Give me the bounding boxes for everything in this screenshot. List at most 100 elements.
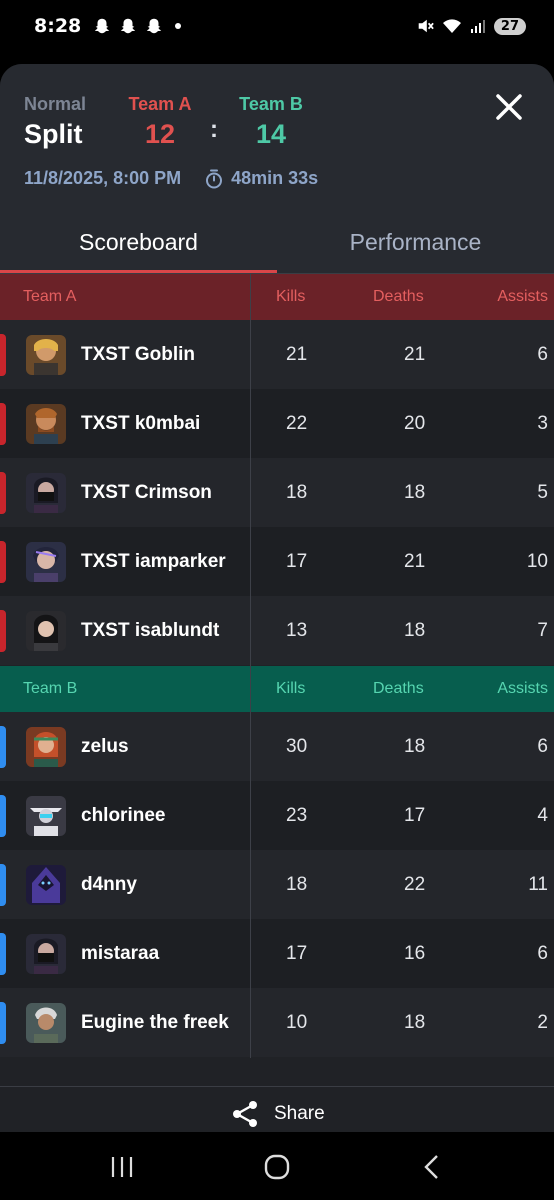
team-a-label: Team A (128, 94, 192, 114)
agent-avatar-icon (26, 542, 66, 582)
wifi-icon (442, 19, 461, 33)
player-row[interactable]: TXST isablundt 13 18 7 (0, 596, 554, 665)
team-a-score: 12 (144, 119, 176, 149)
share-label: Share (274, 1103, 325, 1124)
player-row[interactable]: TXST Goblin 21 21 6 (0, 320, 554, 389)
player-kills: 30 (286, 735, 308, 757)
player-row[interactable]: mistaraa 17 16 6 (0, 919, 554, 988)
home-icon[interactable] (262, 1152, 292, 1182)
player-name: chlorinee (81, 804, 166, 826)
player-deaths: 18 (404, 481, 426, 503)
team-color-bar (0, 864, 6, 906)
player-kills: 18 (286, 873, 308, 895)
status-bar: 8:28 27 (0, 0, 554, 52)
share-bar: Share (0, 1086, 554, 1132)
agent-avatar-icon (26, 727, 66, 767)
team-color-bar (0, 1002, 6, 1044)
team-color-bar (0, 541, 6, 583)
player-name: TXST isablundt (81, 619, 220, 641)
agent-avatar-icon (26, 934, 66, 974)
tab-performance[interactable]: Performance (277, 212, 554, 272)
status-left: 8:28 (34, 15, 182, 37)
player-name: zelus (81, 735, 129, 757)
player-assists: 5 (537, 481, 548, 503)
status-right: 27 (416, 17, 526, 35)
map-name: Split (24, 119, 83, 149)
player-name: TXST k0mbai (81, 412, 201, 434)
player-kills: 23 (286, 804, 308, 826)
kills-column-header: Kills (276, 680, 306, 697)
player-name: TXST iamparker (81, 550, 226, 572)
team-color-bar (0, 334, 6, 376)
team-b-score: 14 (255, 119, 287, 149)
assists-column-header: Assists (497, 288, 548, 305)
team-color-bar (0, 726, 6, 768)
status-time: 8:28 (34, 15, 82, 37)
back-icon[interactable] (418, 1152, 448, 1182)
team-color-bar (0, 795, 6, 837)
player-assists: 3 (537, 412, 548, 434)
signal-icon (470, 20, 485, 33)
tab-scoreboard[interactable]: Scoreboard (0, 212, 277, 272)
score-separator: : (210, 116, 218, 143)
mode-block: Normal Split (24, 94, 86, 150)
team-b-score-block: Team B 14 (232, 94, 310, 150)
player-assists: 11 (528, 873, 548, 895)
player-row[interactable]: TXST k0mbai 22 20 3 (0, 389, 554, 458)
player-row[interactable]: d4nny 18 22 11 (0, 850, 554, 919)
game-mode: Normal (24, 94, 87, 114)
notification-dot (175, 23, 182, 29)
player-deaths: 20 (404, 412, 426, 434)
match-duration-block: 48min 33s (205, 168, 318, 189)
player-assists: 6 (537, 942, 548, 964)
agent-avatar-icon (26, 404, 66, 444)
player-row[interactable]: TXST iamparker 17 21 10 (0, 527, 554, 596)
agent-avatar-icon (26, 865, 66, 905)
match-details-sheet: Normal Split Team A 12 : Team B 14 11/8/… (0, 64, 554, 1132)
mute-icon (418, 19, 434, 33)
tab-bar: Scoreboard Performance (0, 212, 554, 274)
player-name: Eugine the freek (81, 1011, 229, 1033)
stopwatch-icon (206, 169, 223, 188)
player-row[interactable]: TXST Crimson 18 18 5 (0, 458, 554, 527)
close-icon[interactable] (492, 90, 526, 124)
player-assists: 6 (537, 343, 548, 365)
player-assists: 4 (537, 804, 548, 826)
player-deaths: 22 (404, 873, 426, 895)
agent-avatar-icon (26, 796, 66, 836)
team-b-header-label: Team B (23, 680, 78, 697)
player-row[interactable]: Eugine the freek 10 18 2 (0, 988, 554, 1057)
player-deaths: 21 (404, 550, 426, 572)
player-row[interactable]: chlorinee 23 17 4 (0, 781, 554, 850)
player-assists: 2 (537, 1011, 548, 1033)
team-a-header-label: Team A (23, 288, 77, 305)
share-icon (233, 1101, 257, 1127)
player-kills: 17 (286, 550, 308, 572)
player-name: TXST Crimson (81, 481, 212, 503)
player-deaths: 16 (404, 942, 426, 964)
player-row[interactable]: zelus 30 18 6 (0, 712, 554, 781)
player-assists: 10 (526, 550, 548, 572)
player-deaths: 18 (404, 1011, 426, 1033)
team-color-bar (0, 933, 6, 975)
team-b-header: Team B Kills Deaths Assists (0, 666, 554, 712)
player-deaths: 18 (404, 619, 426, 641)
deaths-column-header: Deaths (373, 288, 424, 305)
player-kills: 13 (286, 619, 308, 641)
player-deaths: 21 (404, 343, 426, 365)
agent-avatar-icon (26, 1003, 66, 1043)
player-kills: 17 (286, 942, 308, 964)
player-assists: 7 (537, 619, 548, 641)
deaths-column-header: Deaths (373, 680, 424, 697)
player-deaths: 17 (404, 804, 426, 826)
team-color-bar (0, 403, 6, 445)
player-assists: 6 (537, 735, 548, 757)
player-name: d4nny (81, 873, 137, 895)
column-divider (250, 274, 251, 1058)
player-kills: 10 (286, 1011, 308, 1033)
recent-apps-icon[interactable] (107, 1152, 137, 1182)
system-nav-bar (0, 1132, 554, 1200)
agent-avatar-icon (26, 335, 66, 375)
share-button[interactable]: Share (230, 1099, 325, 1129)
player-kills: 21 (286, 343, 308, 365)
